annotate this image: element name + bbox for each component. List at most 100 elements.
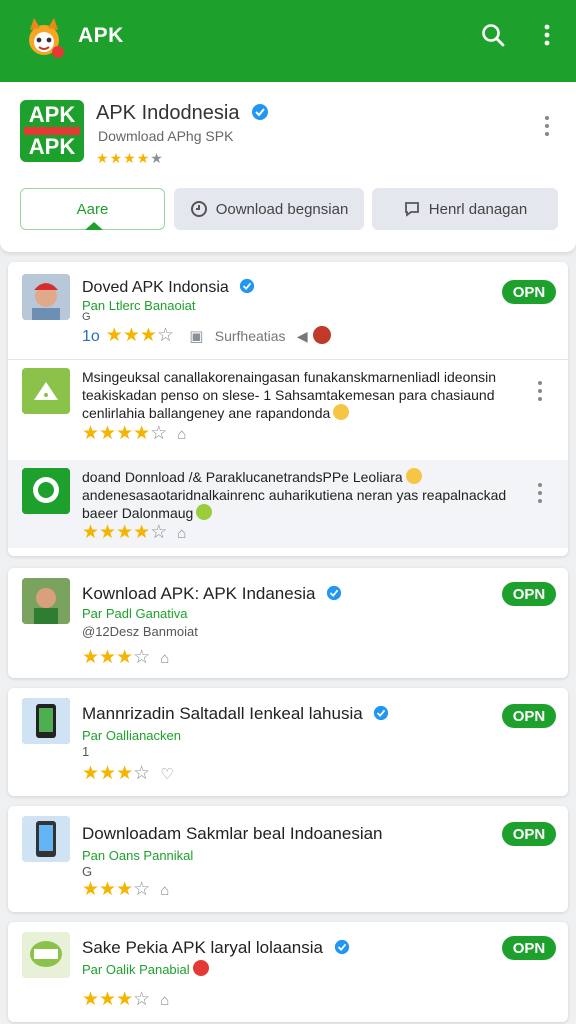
app-card[interactable]: Sake Pekia APK laryal lolaansia Par Oali… [8, 922, 568, 1022]
desc-line: doand Donnload /& ParaklucanetrandsPPe L… [82, 468, 522, 486]
verified-badge-icon [252, 104, 268, 120]
star-icon: ★ [116, 423, 134, 444]
sticker-app-icon [22, 932, 70, 978]
phone-app-icon [22, 816, 70, 862]
star-icon: ★ [99, 647, 117, 668]
header-rating: ★★★★★ [96, 150, 164, 167]
info-square-icon: ▣ [189, 328, 204, 345]
chat-button[interactable]: Henrl danagan [372, 188, 558, 230]
item-description: doand Donnload /& ParaklucanetrandsPPe L… [82, 468, 522, 522]
item-title-text: Mannrizadin Saltadall Ienkeal lahusia [82, 704, 363, 723]
home-icon: ⌂ [160, 882, 170, 899]
star-icon: ★ [116, 647, 134, 668]
star-icon: ★ [99, 879, 117, 900]
desc-line: cenlirlahia ballangeney ane rapandonda [82, 404, 522, 422]
desc-line-text: baeer Dalonmaug [82, 505, 194, 521]
item-rating: 1o ★★★☆ ▣ Surfheatias ◀ [82, 324, 331, 347]
search-icon[interactable] [480, 22, 506, 48]
desc-line-text: doand Donnload /& ParaklucanetrandsPPe L… [82, 469, 403, 485]
item-title: Sake Pekia APK laryal lolaansia [82, 938, 350, 958]
list-item[interactable]: Doved APK Indonsia Pan Ltlerc Banaoiat G… [8, 262, 568, 358]
star-icon: ★ [116, 522, 134, 543]
more-vert-icon[interactable] [536, 482, 544, 504]
item-meta: @12Desz Banmoiat [82, 624, 198, 639]
more-vert-icon[interactable] [536, 380, 544, 402]
open-button[interactable]: OPN [502, 936, 556, 960]
star-icon: ★ [123, 150, 137, 166]
star-icon: ★ [82, 647, 100, 668]
item-publisher: Pan Oans Pannikal [82, 848, 194, 863]
item-category: Surfheatias [214, 328, 286, 344]
item-title-text: Kownload APK: APK Indanesia [82, 584, 316, 603]
logo-text-bottom: APK [28, 134, 76, 159]
item-title-text: Sake Pekia APK laryal lolaansia [82, 938, 323, 957]
app-thumbnail [22, 816, 70, 862]
home-icon: ⌂ [177, 525, 187, 542]
selected-indicator [85, 222, 103, 230]
more-vert-icon[interactable] [538, 22, 556, 48]
star-icon: ★ [82, 763, 100, 784]
star-icon: ★ [105, 325, 123, 346]
desc-line-text: cenlirlahia ballangeney ane rapandonda [82, 405, 331, 421]
item-publisher: Par Oallianacken [82, 728, 181, 743]
verified-badge-icon [374, 705, 389, 721]
app-title: APK [78, 24, 124, 47]
open-button[interactable]: OPN [502, 704, 556, 728]
item-publisher: Pan Ltlerc Banaoiat [82, 298, 196, 313]
star-icon: ★ [99, 522, 117, 543]
star-icon: ★ [136, 150, 151, 166]
item-title: Doved APK Indonsia [82, 278, 255, 297]
avatar [312, 326, 331, 344]
item-rating: ★★★★☆ ⌂ [82, 422, 186, 445]
star-icon: ★ [133, 423, 151, 444]
list-item[interactable]: Msingeuksal canallakorenaingasan funakan… [8, 360, 568, 458]
star-icon: ★ [133, 522, 151, 543]
mascot-logo-icon[interactable] [20, 14, 68, 62]
desc-line: Msingeuksal canallakorenaingasan funakan… [82, 369, 497, 385]
emoji-icon [333, 404, 350, 420]
tab-aare[interactable]: Aare [20, 188, 165, 230]
download-button[interactable]: Oownload begnsian [174, 188, 364, 230]
open-button[interactable]: OPN [502, 280, 556, 304]
item-rating: ★★★☆ ⌂ [82, 646, 169, 669]
item-meta: 1 [82, 744, 90, 759]
item-title: Kownload APK: APK Indanesia [82, 584, 342, 604]
item-rating: ★★★☆ ♡ [82, 762, 174, 785]
chat-app-icon [22, 468, 70, 514]
download-button-label: Oownload begnsian [215, 200, 349, 218]
app-thumbnail [22, 698, 70, 744]
app-card[interactable]: Downloadam Sakmlar beal Indoanesian Pan … [8, 806, 568, 912]
open-button[interactable]: OPN [502, 822, 556, 846]
desc-line: andenesasaotaridnalkainrenc auharikutien… [82, 487, 507, 503]
clock-icon [190, 201, 207, 217]
star-icon: ★ [116, 989, 134, 1010]
app-card[interactable]: Mannrizadin Saltadall Ienkeal lahusia Pa… [8, 688, 568, 796]
star-icon: ★ [139, 325, 157, 346]
item-description: Msingeuksal canallakorenaingasan funakan… [82, 368, 522, 422]
person-photo-icon [22, 578, 70, 624]
apk-logo: APK APK [20, 100, 84, 162]
star-icon: ★ [99, 989, 117, 1010]
star-empty-icon: ☆ [133, 879, 151, 900]
more-vert-icon[interactable] [540, 114, 554, 138]
item-meta: G [82, 864, 93, 879]
item-title-text: Doved APK Indonsia [82, 279, 229, 296]
phone-app-icon [22, 698, 70, 744]
star-icon: ★ [122, 325, 140, 346]
star-icon: ★ [82, 423, 100, 444]
star-empty-icon: ☆ [150, 423, 168, 444]
speaker-icon: ◀ [296, 328, 308, 344]
desc-line: baeer Dalonmaug [82, 504, 522, 522]
star-empty-icon: ☆ [133, 989, 151, 1010]
item-rating: ★★★☆ ⌂ [82, 988, 169, 1011]
star-icon: ★ [116, 763, 134, 784]
featured-card: Doved APK Indonsia Pan Ltlerc Banaoiat G… [8, 262, 568, 556]
star-icon: ★ [82, 989, 100, 1010]
triangle-app-icon [22, 368, 70, 414]
open-button[interactable]: OPN [502, 582, 556, 606]
app-card[interactable]: Kownload APK: APK Indanesia Par Padl Gan… [8, 568, 568, 678]
list-item[interactable]: doand Donnload /& ParaklucanetrandsPPe L… [8, 460, 568, 548]
star-icon: ★ [150, 150, 164, 166]
star-empty-icon: ☆ [133, 647, 151, 668]
item-publisher-text: Par Oalik Panabial [82, 962, 190, 977]
